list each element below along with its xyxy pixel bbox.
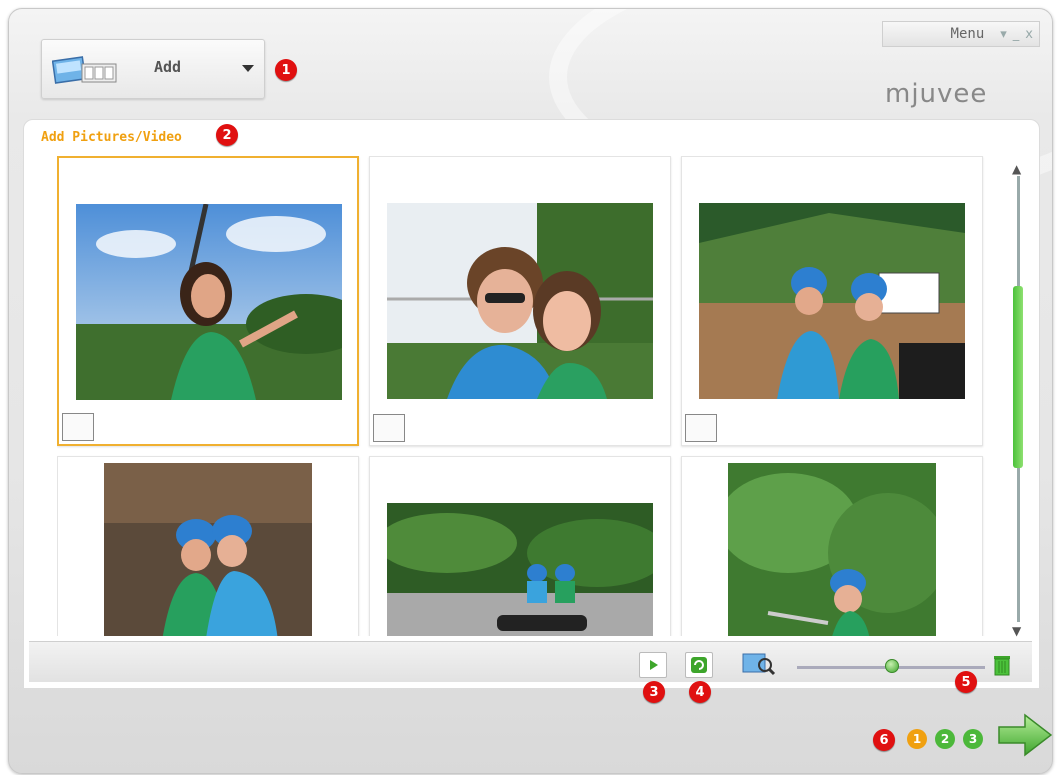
- media-item-3[interactable]: [681, 156, 983, 446]
- scroll-up-icon[interactable]: ▲: [1012, 162, 1021, 176]
- close-button[interactable]: x: [1025, 27, 1033, 42]
- section-title: Add Pictures/Video: [41, 130, 182, 145]
- photo-thumbnail: [699, 203, 965, 399]
- chevron-down-icon[interactable]: [242, 65, 254, 72]
- play-button[interactable]: [639, 652, 667, 678]
- scroll-thumb[interactable]: [1013, 286, 1023, 468]
- media-item-6[interactable]: [681, 456, 983, 636]
- badge-4: 4: [689, 681, 711, 703]
- scroll-down-icon[interactable]: ▼: [1012, 624, 1021, 638]
- menu-button[interactable]: Menu: [951, 26, 985, 42]
- menu-bar: Menu ▾ _ x: [882, 21, 1040, 47]
- muvee-logo: mjuvee: [885, 79, 988, 109]
- vertical-scrollbar[interactable]: ▲ ▼: [1008, 162, 1030, 642]
- add-label: Add: [154, 58, 182, 76]
- step-1-button[interactable]: 1: [907, 729, 927, 749]
- zoom-icon: [742, 653, 776, 676]
- step-indicator: 1 2 3: [907, 729, 983, 749]
- badge-2: 2: [216, 124, 238, 146]
- rotate-button[interactable]: [685, 652, 713, 678]
- photo-thumbnail: [387, 503, 653, 636]
- menu-dropdown-icon[interactable]: ▾: [1000, 27, 1007, 42]
- rotate-icon: [691, 657, 707, 673]
- media-toolbar: [29, 641, 1032, 682]
- main-window: Menu ▾ _ x Add 1 mjuvee Add Pictures/Vid…: [8, 8, 1053, 774]
- photo-thumbnail: [104, 463, 312, 636]
- badge-1: 1: [275, 59, 297, 81]
- picture-icon: [373, 414, 405, 442]
- photo-thumbnail: [387, 203, 653, 399]
- zoom-slider-knob[interactable]: [885, 659, 899, 673]
- media-item-4[interactable]: [57, 456, 359, 636]
- minimize-button[interactable]: _: [1013, 27, 1020, 42]
- media-panel: Add Pictures/Video 2 ▲ ▼: [23, 119, 1040, 689]
- badge-6: 6: [873, 729, 895, 751]
- media-item-2[interactable]: [369, 156, 671, 446]
- media-item-5[interactable]: [369, 456, 671, 636]
- badge-3: 3: [643, 681, 665, 703]
- trash-icon[interactable]: [991, 652, 1013, 676]
- add-button[interactable]: Add: [41, 39, 265, 99]
- step-2-button[interactable]: 2: [935, 729, 955, 749]
- picture-icon: [685, 414, 717, 442]
- media-grid: [57, 156, 987, 636]
- picture-icon: [62, 413, 94, 441]
- badge-5: 5: [955, 671, 977, 693]
- pictures-video-icon: [52, 56, 117, 84]
- play-icon: [650, 660, 658, 670]
- next-arrow-icon[interactable]: [997, 711, 1053, 759]
- photo-thumbnail: [728, 463, 936, 636]
- media-item-1[interactable]: [57, 156, 359, 446]
- photo-thumbnail: [76, 204, 342, 400]
- step-3-button[interactable]: 3: [963, 729, 983, 749]
